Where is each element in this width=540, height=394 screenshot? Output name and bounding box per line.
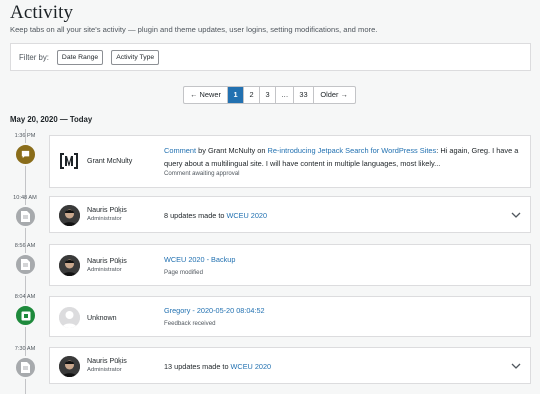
- event-card[interactable]: Nauris Pūķis Administrator 8 updates mad…: [49, 196, 531, 233]
- page-3-button[interactable]: 3: [260, 87, 276, 103]
- page-1-button[interactable]: 1: [228, 87, 244, 103]
- older-label: Older: [320, 90, 339, 99]
- post-link[interactable]: Gregory - 2020-05-20 08:04:52: [164, 306, 265, 315]
- jetpack-logo-icon: [60, 153, 78, 169]
- event-description: 13 updates made to WCEU 2020: [164, 362, 271, 371]
- avatar: [59, 255, 80, 276]
- arrow-right-icon: →: [340, 90, 348, 99]
- page-title: Activity: [10, 2, 74, 23]
- event-meta: Comment awaiting approval: [164, 170, 240, 177]
- newer-button[interactable]: ← Newer: [184, 87, 228, 103]
- activity-type-button[interactable]: Activity Type: [111, 49, 160, 65]
- actor-name: Nauris Pūķis: [87, 357, 127, 365]
- avatar: [59, 356, 80, 377]
- pagination-ellipsis: …: [276, 87, 295, 103]
- page-icon: [14, 205, 37, 228]
- actor-role: Administrator: [87, 267, 122, 273]
- event-time: 8:04 AM: [14, 294, 36, 300]
- event-description: 8 updates made to WCEU 2020: [164, 211, 267, 220]
- comment-icon: [14, 143, 37, 166]
- post-link[interactable]: Re-introducing Jetpack Search for WordPr…: [268, 146, 437, 155]
- feedback-icon: [14, 304, 37, 327]
- actor-name: Grant McNulty: [87, 157, 133, 165]
- chevron-down-icon[interactable]: [510, 360, 522, 372]
- avatar: [59, 205, 80, 226]
- event-card[interactable]: Unknown Gregory - 2020-05-20 08:04:52 Fe…: [49, 296, 531, 337]
- post-link[interactable]: WCEU 2020 - Backup: [164, 255, 235, 264]
- event-card[interactable]: Nauris Pūķis Administrator WCEU 2020 - B…: [49, 244, 531, 286]
- desc-text: 8 updates made to: [164, 211, 227, 220]
- event-description: WCEU 2020 - Backup: [164, 255, 235, 264]
- comment-link[interactable]: Comment: [164, 146, 196, 155]
- filter-label: Filter by:: [19, 52, 49, 62]
- pagination: ← Newer 1 2 3 … 33 Older →: [183, 86, 356, 104]
- actor-name: Nauris Pūķis: [87, 206, 127, 214]
- newer-label: Newer: [199, 90, 221, 99]
- event-description: Gregory - 2020-05-20 08:04:52: [164, 306, 265, 315]
- event-card[interactable]: Grant McNulty Comment by Grant McNulty o…: [49, 135, 531, 188]
- actor-role: Administrator: [87, 216, 122, 222]
- date-range-button[interactable]: Date Range: [56, 49, 104, 65]
- page-2-button[interactable]: 2: [244, 87, 260, 103]
- actor-role: Administrator: [87, 367, 122, 373]
- desc-text: by Grant McNulty on: [196, 146, 268, 155]
- page-33-button[interactable]: 33: [294, 87, 314, 103]
- desc-text: 13 updates made to: [164, 362, 231, 371]
- event-meta: Feedback received: [164, 320, 216, 327]
- actor-name: Nauris Pūķis: [87, 257, 127, 265]
- event-description: Comment by Grant McNulty on Re-introduci…: [164, 144, 519, 170]
- event-meta: Page modified: [164, 269, 203, 276]
- older-button[interactable]: Older →: [314, 87, 355, 103]
- page-subtitle: Keep tabs on all your site's activity — …: [10, 25, 378, 34]
- filter-bar: Filter by: Date Range Activity Type: [10, 43, 531, 71]
- event-time: 8:56 AM: [14, 243, 36, 249]
- chevron-down-icon[interactable]: [510, 209, 522, 221]
- event-time: 7:30 AM: [14, 346, 36, 352]
- event-time: 10:48 AM: [13, 195, 37, 201]
- date-header: May 20, 2020 — Today: [10, 115, 93, 124]
- arrow-left-icon: ←: [190, 90, 198, 99]
- actor-name: Unknown: [87, 314, 117, 322]
- page-icon: [14, 356, 37, 379]
- page-icon: [14, 253, 37, 276]
- event-time: 1:36 PM: [14, 133, 36, 139]
- event-card[interactable]: Nauris Pūķis Administrator 13 updates ma…: [49, 347, 531, 384]
- post-link[interactable]: WCEU 2020: [226, 211, 267, 220]
- avatar: [59, 307, 80, 328]
- post-link[interactable]: WCEU 2020: [231, 362, 272, 371]
